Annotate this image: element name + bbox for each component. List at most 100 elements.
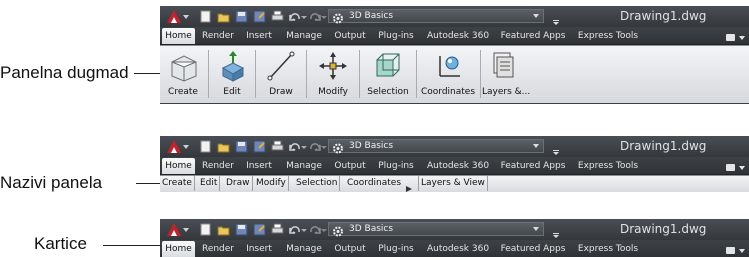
- tab-autodesk-360[interactable]: Autodesk 360: [426, 28, 490, 44]
- redo-dropdown-icon[interactable]: [321, 140, 327, 153]
- new-icon[interactable]: [199, 223, 212, 236]
- quick-access-toolbar: 3D Basics Drawing1.dwg: [160, 219, 749, 240]
- selection-button[interactable]: Selection: [363, 48, 413, 100]
- tab-plug-ins[interactable]: Plug-ins: [376, 158, 416, 174]
- tab-insert[interactable]: Insert: [242, 28, 276, 44]
- tab-express-tools[interactable]: Express Tools: [576, 158, 640, 174]
- ribbon-minimize-icon[interactable]: [724, 160, 746, 171]
- callout-tabs: Kartice: [34, 234, 87, 253]
- modify-button[interactable]: Modify: [311, 48, 355, 100]
- tab-express-tools[interactable]: Express Tools: [576, 28, 640, 44]
- tab-home[interactable]: Home: [162, 158, 195, 174]
- tab-featured-apps[interactable]: Featured Apps: [499, 28, 567, 44]
- redo-dropdown-icon[interactable]: [321, 10, 327, 23]
- edit-button-label: Edit: [223, 87, 241, 97]
- quick-access-toolbar: 3D Basics Drawing1.dwg: [160, 136, 749, 157]
- workspace-label: 3D Basics: [349, 224, 394, 234]
- tab-autodesk-360[interactable]: Autodesk 360: [426, 241, 490, 257]
- workspace-dropdown[interactable]: 3D Basics: [328, 9, 544, 24]
- tab-output[interactable]: Output: [332, 158, 368, 174]
- gear-icon: [332, 224, 344, 237]
- panel-title-draw[interactable]: Draw: [224, 176, 253, 191]
- undo-icon[interactable]: [288, 10, 301, 23]
- tab-manage[interactable]: Manage: [284, 241, 324, 257]
- workspace-label: 3D Basics: [349, 141, 394, 151]
- gear-icon: [332, 11, 344, 24]
- save-as-icon[interactable]: [253, 140, 266, 153]
- workspace-dropdown[interactable]: 3D Basics: [328, 222, 544, 237]
- customize-toolbar-icon[interactable]: [553, 226, 559, 238]
- customize-toolbar-icon[interactable]: [553, 143, 559, 155]
- tab-manage[interactable]: Manage: [284, 28, 324, 44]
- coordinates-button[interactable]: Coordinates: [418, 48, 478, 100]
- chevron-down-icon: [533, 227, 539, 231]
- new-icon[interactable]: [199, 140, 212, 153]
- panel-title-selection[interactable]: Selection: [294, 176, 341, 191]
- panel-title-edit[interactable]: Edit: [198, 176, 221, 191]
- save-icon[interactable]: [235, 140, 248, 153]
- workspace-label: 3D Basics: [349, 11, 394, 21]
- create-button[interactable]: Create: [162, 48, 204, 100]
- plot-icon[interactable]: [271, 223, 284, 236]
- chevron-down-icon: [533, 144, 539, 148]
- save-icon[interactable]: [235, 10, 248, 23]
- document-title: Drawing1.dwg: [620, 222, 707, 236]
- tab-featured-apps[interactable]: Featured Apps: [499, 158, 567, 174]
- panel-title-modify[interactable]: Modify: [254, 176, 289, 191]
- tab-render[interactable]: Render: [200, 158, 236, 174]
- panel-title-layers-view[interactable]: Layers & View: [418, 176, 488, 191]
- redo-dropdown-icon[interactable]: [321, 223, 327, 236]
- save-as-icon[interactable]: [253, 10, 266, 23]
- save-icon[interactable]: [235, 223, 248, 236]
- undo-icon[interactable]: [288, 140, 301, 153]
- tab-home[interactable]: Home: [162, 28, 195, 44]
- plot-icon[interactable]: [271, 140, 284, 153]
- undo-dropdown-icon[interactable]: [301, 10, 307, 23]
- new-icon[interactable]: [199, 10, 212, 23]
- tab-express-tools[interactable]: Express Tools: [576, 241, 640, 257]
- edit-button[interactable]: Edit: [213, 48, 251, 100]
- open-icon[interactable]: [217, 140, 230, 153]
- selection-button-label: Selection: [367, 87, 409, 97]
- autocad-logo-icon[interactable]: [164, 8, 190, 25]
- tab-insert[interactable]: Insert: [242, 158, 276, 174]
- tab-plug-ins[interactable]: Plug-ins: [376, 28, 416, 44]
- open-icon[interactable]: [217, 223, 230, 236]
- customize-toolbar-icon[interactable]: [553, 13, 559, 25]
- modify-button-label: Modify: [318, 87, 348, 97]
- undo-icon[interactable]: [288, 223, 301, 236]
- autocad-logo-icon[interactable]: [164, 138, 190, 155]
- plot-icon[interactable]: [271, 10, 284, 23]
- ribbon-minimize-icon[interactable]: [724, 30, 746, 41]
- autocad-window-full-ribbon: 3D Basics Drawing1.dwg Home Render Inser…: [160, 6, 749, 104]
- undo-dropdown-icon[interactable]: [301, 140, 307, 153]
- create-button-label: Create: [168, 87, 198, 97]
- tab-autodesk-360[interactable]: Autodesk 360: [426, 158, 490, 174]
- gear-icon: [332, 141, 344, 154]
- tab-output[interactable]: Output: [332, 241, 368, 257]
- coordinates-button-label: Coordinates: [420, 87, 476, 97]
- autocad-logo-icon[interactable]: [164, 221, 190, 238]
- callout-leader: [134, 73, 162, 74]
- tab-manage[interactable]: Manage: [284, 158, 324, 174]
- tab-insert[interactable]: Insert: [242, 241, 276, 257]
- draw-button[interactable]: Draw: [260, 48, 302, 100]
- panel-title-create[interactable]: Create: [160, 176, 195, 191]
- open-icon[interactable]: [217, 10, 230, 23]
- expand-panel-icon[interactable]: [405, 180, 413, 192]
- selection-cube-icon: [376, 53, 400, 77]
- workspace-dropdown[interactable]: 3D Basics: [328, 139, 544, 154]
- tab-plug-ins[interactable]: Plug-ins: [376, 241, 416, 257]
- ribbon-minimize-icon[interactable]: [724, 243, 746, 254]
- tab-render[interactable]: Render: [200, 241, 236, 257]
- tab-featured-apps[interactable]: Featured Apps: [499, 241, 567, 257]
- undo-dropdown-icon[interactable]: [301, 223, 307, 236]
- tab-home[interactable]: Home: [162, 241, 195, 257]
- panel-separator: [359, 50, 360, 98]
- save-as-icon[interactable]: [253, 223, 266, 236]
- tab-output[interactable]: Output: [332, 28, 368, 44]
- line-icon: [267, 51, 295, 81]
- layers-view-button[interactable]: Layers &...: [482, 48, 530, 100]
- tab-render[interactable]: Render: [200, 28, 236, 44]
- callout-leader: [103, 245, 162, 246]
